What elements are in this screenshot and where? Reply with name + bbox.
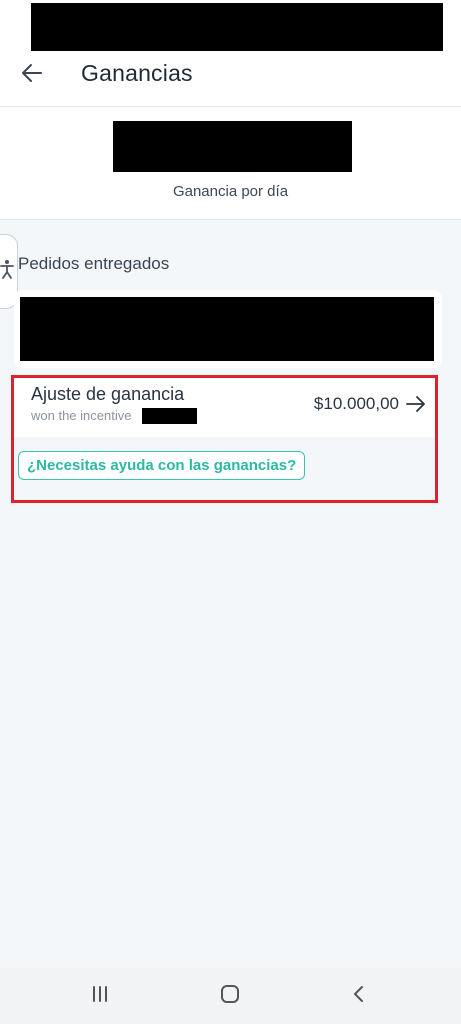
accessibility-icon bbox=[0, 259, 14, 284]
recents-button[interactable] bbox=[80, 982, 120, 1010]
highlight-box bbox=[11, 375, 438, 503]
delivered-orders-card bbox=[14, 290, 442, 368]
chevron-left-icon bbox=[351, 984, 365, 1009]
redacted-delivered-content bbox=[20, 297, 434, 361]
home-icon bbox=[219, 983, 241, 1010]
redacted-status-bar bbox=[31, 3, 443, 51]
section-title-delivered: Pedidos entregados bbox=[18, 254, 170, 273]
system-back-button[interactable] bbox=[338, 982, 378, 1010]
earnings-summary: Ganancia por día bbox=[0, 107, 461, 220]
system-nav-bar bbox=[0, 968, 461, 1024]
per-day-label: Ganancia por día bbox=[172, 183, 289, 200]
back-button[interactable] bbox=[14, 58, 50, 92]
page-title: Ganancias bbox=[81, 60, 193, 86]
arrow-left-icon bbox=[21, 62, 43, 89]
recents-icon bbox=[90, 985, 110, 1008]
home-button[interactable] bbox=[210, 982, 250, 1010]
app-header: Ganancias bbox=[0, 0, 461, 107]
redacted-earnings-amount bbox=[113, 121, 352, 172]
